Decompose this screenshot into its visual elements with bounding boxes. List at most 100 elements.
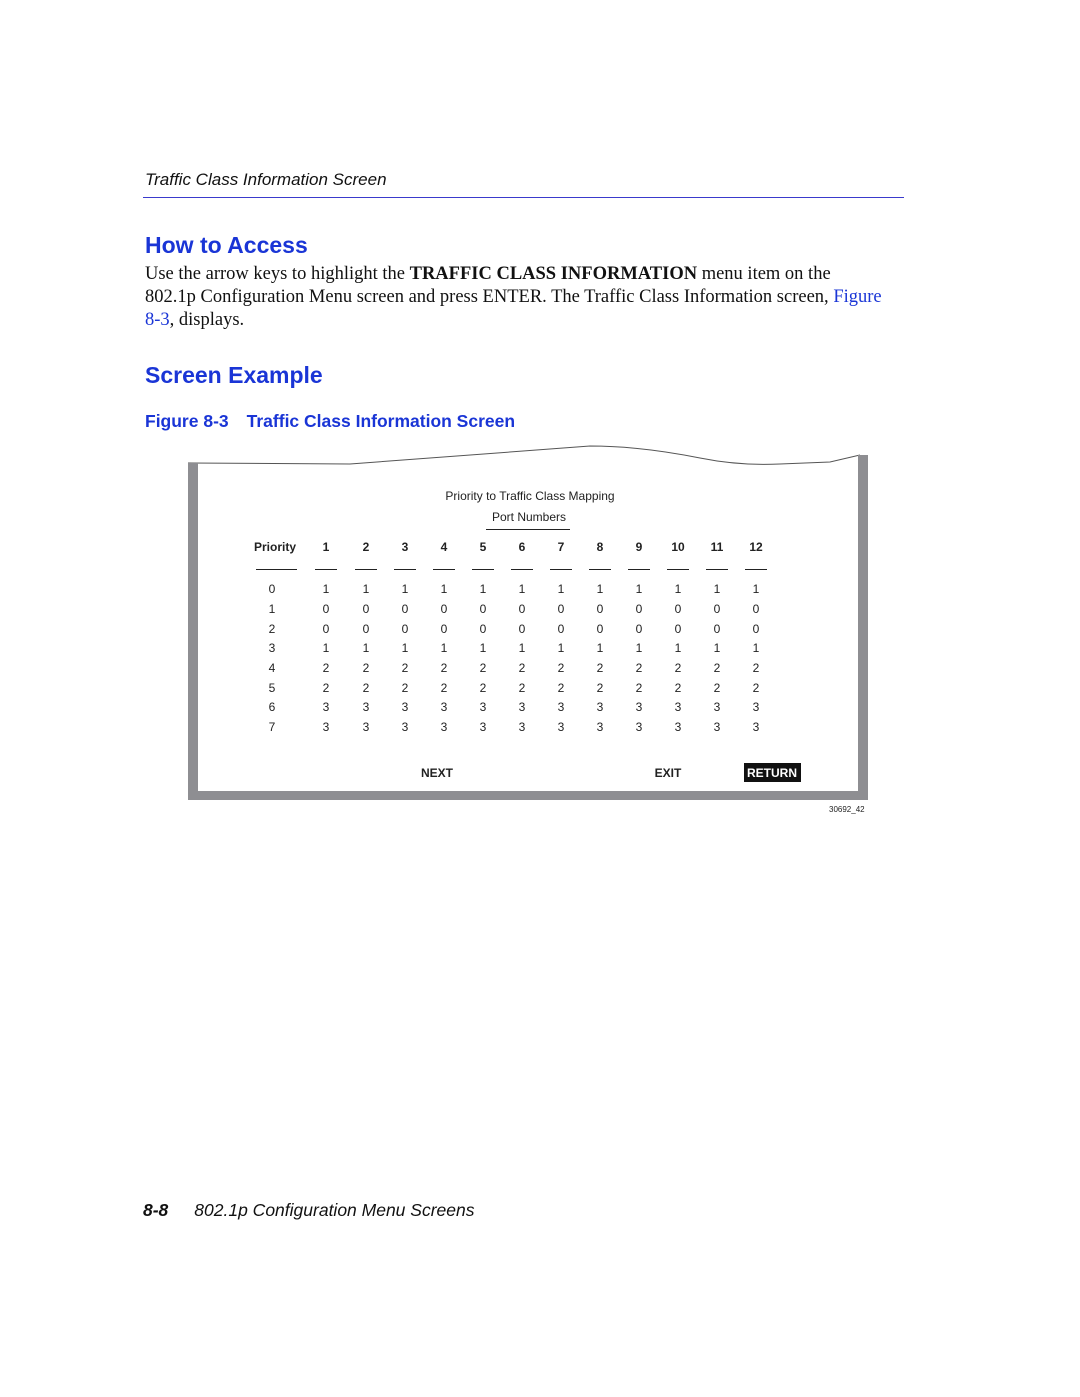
- traffic-class-cell: 0: [518, 622, 526, 636]
- traffic-class-cell: 0: [440, 622, 448, 636]
- return-command-selected[interactable]: RETURN: [744, 763, 801, 782]
- port-header: 7: [557, 540, 565, 554]
- traffic-class-cell: 3: [401, 700, 409, 714]
- traffic-class-cell: 1: [362, 582, 370, 596]
- traffic-class-cell: 1: [752, 641, 760, 655]
- traffic-class-cell: 2: [674, 681, 682, 695]
- traffic-class-cell: 2: [479, 681, 487, 695]
- traffic-class-cell: 2: [362, 661, 370, 675]
- underline: [486, 529, 570, 530]
- traffic-class-cell: 3: [479, 720, 487, 734]
- port-header: 2: [362, 540, 370, 554]
- exit-command[interactable]: EXIT: [655, 766, 682, 780]
- traffic-class-cell: 1: [322, 641, 330, 655]
- traffic-class-cell: 1: [401, 641, 409, 655]
- traffic-class-cell: 3: [322, 720, 330, 734]
- traffic-class-cell: 0: [635, 602, 643, 616]
- underline: [315, 569, 337, 570]
- traffic-class-cell: 0: [635, 622, 643, 636]
- traffic-class-cell: 1: [322, 582, 330, 596]
- traffic-class-cell: 3: [362, 720, 370, 734]
- next-command[interactable]: NEXT: [421, 766, 453, 780]
- port-header: 8: [596, 540, 604, 554]
- underline: [550, 569, 572, 570]
- traffic-class-cell: 2: [518, 681, 526, 695]
- traffic-class-cell: 2: [596, 681, 604, 695]
- traffic-class-cell: 1: [440, 582, 448, 596]
- figure-art-id: 30692_42: [829, 805, 865, 814]
- traffic-class-cell: 0: [752, 622, 760, 636]
- traffic-class-cell: 3: [518, 700, 526, 714]
- traffic-class-cell: 0: [557, 622, 565, 636]
- traffic-class-cell: 0: [518, 602, 526, 616]
- traffic-class-cell: 3: [713, 700, 721, 714]
- traffic-class-cell: 0: [752, 602, 760, 616]
- traffic-class-cell: 0: [401, 622, 409, 636]
- traffic-class-cell: 1: [479, 582, 487, 596]
- traffic-class-cell: 3: [674, 700, 682, 714]
- underline: [256, 569, 297, 570]
- port-numbers-label: Port Numbers: [491, 510, 567, 524]
- traffic-class-cell: 0: [674, 622, 682, 636]
- screen-frame: [187, 445, 868, 800]
- underline: [433, 569, 455, 570]
- port-header: 10: [671, 540, 685, 554]
- port-header: 6: [518, 540, 526, 554]
- traffic-class-cell: 1: [401, 582, 409, 596]
- underline: [745, 569, 767, 570]
- traffic-class-cell: 3: [322, 700, 330, 714]
- port-header: 5: [479, 540, 487, 554]
- traffic-class-cell: 1: [713, 582, 721, 596]
- page-footer: 8-8 802.1p Configuration Menu Screens: [143, 1200, 474, 1221]
- traffic-class-cell: 2: [557, 661, 565, 675]
- port-header: 4: [440, 540, 448, 554]
- traffic-class-cell: 3: [674, 720, 682, 734]
- traffic-class-cell: 3: [752, 720, 760, 734]
- traffic-class-cell: 0: [713, 602, 721, 616]
- underline: [394, 569, 416, 570]
- traffic-class-cell: 2: [322, 661, 330, 675]
- traffic-class-cell: 0: [322, 602, 330, 616]
- traffic-class-cell: 0: [596, 622, 604, 636]
- underline: [628, 569, 650, 570]
- priority-header: Priority: [253, 540, 297, 554]
- underline: [589, 569, 611, 570]
- traffic-class-cell: 1: [752, 582, 760, 596]
- traffic-class-cell: 3: [557, 720, 565, 734]
- port-header: 1: [322, 540, 330, 554]
- priority-value: 6: [268, 700, 276, 714]
- traffic-class-cell: 2: [713, 661, 721, 675]
- priority-value: 0: [268, 582, 276, 596]
- underline: [472, 569, 494, 570]
- screen-title: Priority to Traffic Class Mapping: [445, 489, 615, 503]
- traffic-class-cell: 0: [479, 602, 487, 616]
- traffic-class-cell: 2: [713, 681, 721, 695]
- traffic-class-cell: 2: [674, 661, 682, 675]
- traffic-class-cell: 1: [518, 582, 526, 596]
- traffic-class-cell: 2: [557, 681, 565, 695]
- traffic-class-cell: 2: [752, 681, 760, 695]
- underline: [706, 569, 728, 570]
- priority-value: 4: [268, 661, 276, 675]
- traffic-class-cell: 2: [635, 681, 643, 695]
- traffic-class-cell: 1: [557, 641, 565, 655]
- traffic-class-cell: 3: [635, 700, 643, 714]
- traffic-class-cell: 2: [440, 681, 448, 695]
- traffic-class-cell: 2: [362, 681, 370, 695]
- traffic-class-cell: 3: [401, 720, 409, 734]
- traffic-class-cell: 2: [752, 661, 760, 675]
- traffic-class-cell: 0: [440, 602, 448, 616]
- traffic-class-cell: 0: [362, 622, 370, 636]
- traffic-class-cell: 1: [557, 582, 565, 596]
- traffic-class-cell: 2: [322, 681, 330, 695]
- traffic-class-cell: 1: [596, 582, 604, 596]
- traffic-class-cell: 1: [674, 582, 682, 596]
- priority-value: 3: [268, 641, 276, 655]
- underline: [355, 569, 377, 570]
- port-header: 11: [710, 540, 724, 554]
- traffic-class-cell: 2: [635, 661, 643, 675]
- chapter-title: 802.1p Configuration Menu Screens: [194, 1200, 475, 1220]
- traffic-class-cell: 0: [557, 602, 565, 616]
- traffic-class-cell: 3: [752, 700, 760, 714]
- traffic-class-cell: 1: [479, 641, 487, 655]
